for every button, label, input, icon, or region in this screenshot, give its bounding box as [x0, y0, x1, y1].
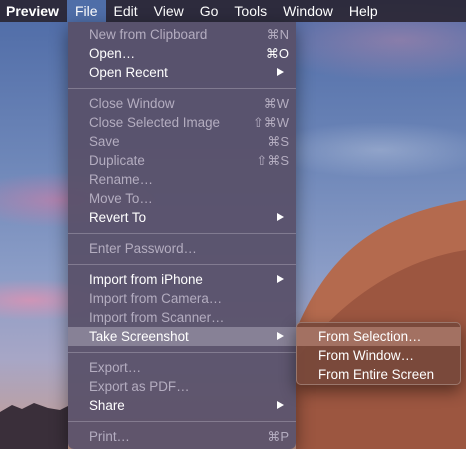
take-screenshot-submenu: From Selection… From Window… From Entire…: [296, 322, 461, 385]
menu-item-revert-to[interactable]: Revert To: [68, 208, 296, 227]
menu-tools[interactable]: Tools: [226, 0, 275, 22]
menu-item-label: Close Window: [89, 96, 175, 111]
menu-separator: [68, 88, 296, 89]
menu-item-rename[interactable]: Rename…: [68, 170, 296, 189]
menu-item-label: Import from iPhone: [89, 272, 203, 287]
menu-item-label: Move To…: [89, 191, 153, 206]
menu-item-label: Export as PDF…: [89, 379, 190, 394]
menu-item-label: Rename…: [89, 172, 154, 187]
menu-item-label: Open Recent: [89, 65, 168, 80]
menu-item-label: Import from Scanner…: [89, 310, 225, 325]
menu-view[interactable]: View: [146, 0, 192, 22]
menu-item-label: Close Selected Image: [89, 115, 221, 130]
menu-item-label: New from Clipboard: [89, 27, 208, 42]
menu-separator: [68, 352, 296, 353]
menu-item-label: Open…: [89, 46, 136, 61]
submenu-arrow-icon: [277, 275, 284, 283]
menu-item-label: Save: [89, 134, 120, 149]
menu-item-move-to[interactable]: Move To…: [68, 189, 296, 208]
submenu-item-label: From Window…: [318, 348, 414, 363]
shortcut-label: ⌘S: [267, 134, 289, 149]
menu-item-save[interactable]: Save ⌘S: [68, 132, 296, 151]
menu-window[interactable]: Window: [275, 0, 341, 22]
menu-item-open-recent[interactable]: Open Recent: [68, 63, 296, 82]
submenu-item-label: From Entire Screen: [318, 367, 435, 382]
menu-item-take-screenshot[interactable]: Take Screenshot: [68, 327, 296, 346]
menu-item-close-window[interactable]: Close Window ⌘W: [68, 94, 296, 113]
shortcut-label: ⌘O: [265, 46, 289, 61]
menu-item-share[interactable]: Share: [68, 396, 296, 415]
menu-separator: [68, 264, 296, 265]
menu-item-export[interactable]: Export…: [68, 358, 296, 377]
shortcut-label: ⌘W: [263, 96, 289, 111]
menu-item-duplicate[interactable]: Duplicate ⇧⌘S: [68, 151, 296, 170]
menu-go[interactable]: Go: [192, 0, 227, 22]
menu-item-export-as-pdf[interactable]: Export as PDF…: [68, 377, 296, 396]
submenu-arrow-icon: [277, 332, 284, 340]
menu-item-new-from-clipboard[interactable]: New from Clipboard ⌘N: [68, 25, 296, 44]
menu-item-label: Export…: [89, 360, 142, 375]
menu-item-label: Print…: [89, 429, 130, 444]
menu-item-label: Duplicate: [89, 153, 145, 168]
menu-edit[interactable]: Edit: [106, 0, 146, 22]
menu-item-enter-password[interactable]: Enter Password…: [68, 239, 296, 258]
menu-item-print[interactable]: Print… ⌘P: [68, 427, 296, 446]
submenu-arrow-icon: [277, 401, 284, 409]
menu-item-label: Revert To: [89, 210, 147, 225]
menu-item-import-from-scanner[interactable]: Import from Scanner…: [68, 308, 296, 327]
menu-item-label: Import from Camera…: [89, 291, 223, 306]
shortcut-label: ⌘P: [267, 429, 289, 444]
menu-item-label: Take Screenshot: [89, 329, 189, 344]
shortcut-label: ⌘N: [266, 27, 289, 42]
menu-file[interactable]: File: [66, 0, 106, 22]
menu-item-import-from-camera[interactable]: Import from Camera…: [68, 289, 296, 308]
app-menu-preview[interactable]: Preview: [0, 0, 67, 22]
menu-help[interactable]: Help: [341, 0, 386, 22]
menu-separator: [68, 233, 296, 234]
menu-item-open[interactable]: Open… ⌘O: [68, 44, 296, 63]
menu-item-label: Share: [89, 398, 125, 413]
shortcut-label: ⇧⌘S: [256, 153, 289, 168]
menu-bar: Preview File Edit View Go Tools Window H…: [0, 0, 466, 22]
submenu-item-label: From Selection…: [318, 329, 422, 344]
menu-item-label: Enter Password…: [89, 241, 197, 256]
submenu-arrow-icon: [277, 213, 284, 221]
menu-item-close-selected-image[interactable]: Close Selected Image ⇧⌘W: [68, 113, 296, 132]
menu-item-import-from-iphone[interactable]: Import from iPhone: [68, 270, 296, 289]
submenu-item-from-entire-screen[interactable]: From Entire Screen: [297, 365, 460, 384]
submenu-item-from-selection[interactable]: From Selection…: [297, 327, 460, 346]
submenu-arrow-icon: [277, 68, 284, 76]
shortcut-label: ⇧⌘W: [252, 115, 289, 130]
file-menu: New from Clipboard ⌘N Open… ⌘O Open Rece…: [68, 22, 296, 449]
menu-separator: [68, 421, 296, 422]
submenu-item-from-window[interactable]: From Window…: [297, 346, 460, 365]
